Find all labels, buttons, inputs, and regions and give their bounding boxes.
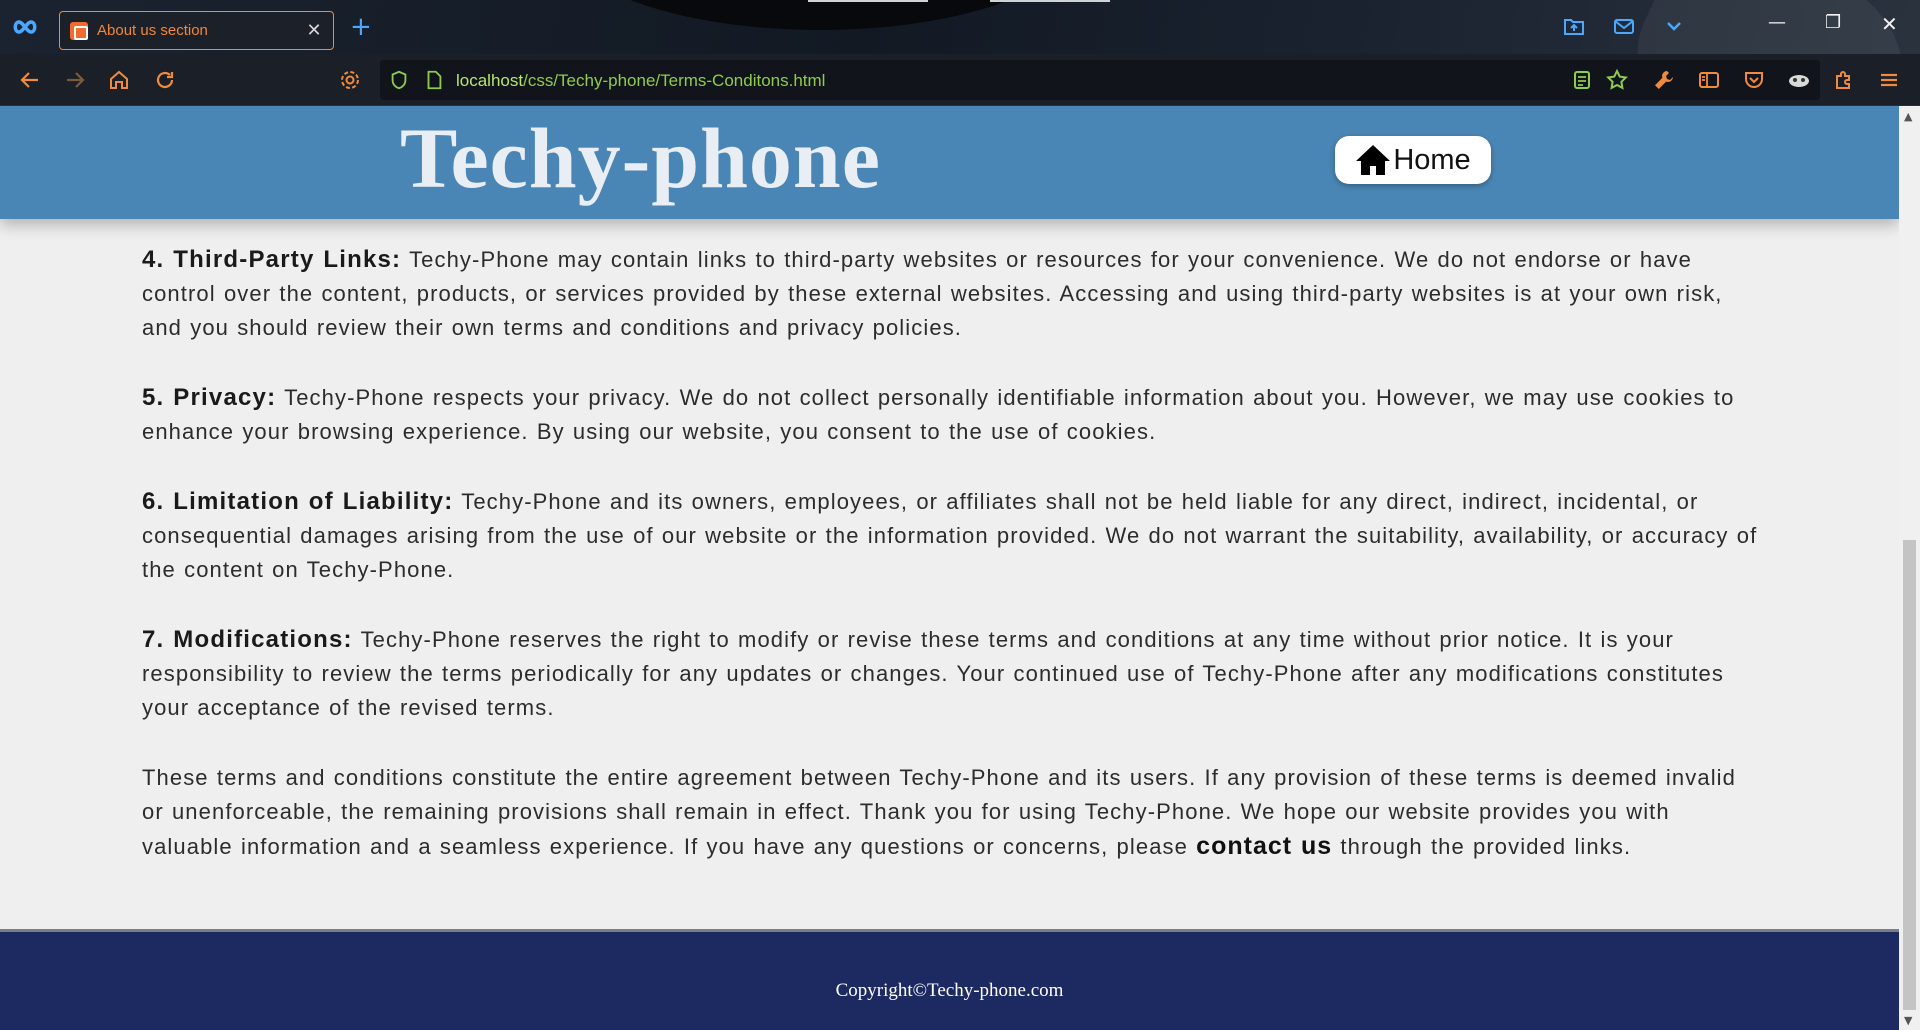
extensions-icon[interactable] bbox=[1832, 68, 1856, 92]
background-decoration bbox=[1609, 0, 1920, 54]
url-text[interactable]: localhost/css/Techy-phone/Terms-Conditon… bbox=[456, 71, 825, 91]
terms-section: 4. Third-Party Links: Techy-Phone may co… bbox=[142, 243, 1762, 345]
section-heading: 6. Limitation of Liability: bbox=[142, 488, 454, 515]
home-button-label: Home bbox=[1393, 143, 1471, 176]
terms-section: 5. Privacy: Techy-Phone respects your pr… bbox=[142, 381, 1762, 449]
background-decoration bbox=[990, 0, 1110, 2]
copyright-text: Copyright©Techy-phone.com bbox=[835, 980, 1064, 1001]
forward-arrow-icon[interactable] bbox=[63, 68, 87, 92]
closing-paragraph: These terms and conditions constitute th… bbox=[142, 761, 1762, 864]
infinity-icon[interactable] bbox=[12, 16, 38, 38]
section-heading: 5. Privacy: bbox=[142, 384, 277, 411]
house-icon bbox=[1356, 145, 1391, 175]
contact-us-link[interactable]: contact us bbox=[1196, 832, 1332, 860]
wrench-icon[interactable] bbox=[1652, 68, 1676, 92]
scrollbar-thumb[interactable] bbox=[1903, 540, 1916, 1010]
background-decoration bbox=[808, 0, 928, 2]
house-icon[interactable] bbox=[107, 68, 131, 92]
site-footer: Copyright©Techy-phone.com bbox=[0, 929, 1899, 1030]
background-decoration bbox=[560, 0, 1080, 30]
tab-title: About us section bbox=[97, 22, 208, 39]
folder-icon[interactable] bbox=[1562, 14, 1586, 38]
address-bar[interactable]: localhost/css/Techy-phone/Terms-Conditon… bbox=[380, 60, 1820, 100]
back-arrow-icon[interactable] bbox=[18, 68, 42, 92]
vertical-scrollbar[interactable]: ▲ ▼ bbox=[1899, 106, 1920, 1030]
page-icon bbox=[427, 70, 442, 90]
close-window-icon[interactable]: ✕ bbox=[1881, 12, 1898, 36]
bookmark-star-icon[interactable] bbox=[1605, 68, 1629, 92]
mail-icon[interactable] bbox=[1612, 14, 1636, 38]
browser-tab-active[interactable]: About us section ✕ bbox=[59, 11, 334, 50]
home-button[interactable]: Home bbox=[1335, 136, 1491, 184]
section-body: Techy-Phone reserves the right to modify… bbox=[142, 627, 1724, 720]
scroll-down-icon[interactable]: ▼ bbox=[1904, 1014, 1915, 1027]
shield-icon[interactable] bbox=[388, 69, 410, 91]
site-favicon-icon bbox=[70, 21, 88, 40]
terms-section: 7. Modifications: Techy-Phone reserves t… bbox=[142, 623, 1762, 725]
close-tab-icon[interactable]: ✕ bbox=[303, 20, 325, 42]
closing-text-end: through the provided links. bbox=[1332, 834, 1632, 859]
sidebar-icon[interactable] bbox=[1697, 68, 1721, 92]
new-tab-icon[interactable]: + bbox=[350, 14, 372, 40]
scroll-up-icon[interactable]: ▲ bbox=[1904, 110, 1915, 123]
web-page: Techy-phone Home 4. Third-Party Links: T… bbox=[0, 106, 1899, 1030]
minimize-icon[interactable]: — bbox=[1768, 12, 1786, 33]
gear-icon[interactable] bbox=[338, 68, 362, 92]
pocket-icon[interactable] bbox=[1742, 68, 1766, 92]
section-heading: 4. Third-Party Links: bbox=[142, 246, 402, 273]
chevron-down-icon[interactable] bbox=[1662, 14, 1686, 38]
terms-section: 6. Limitation of Liability: Techy-Phone … bbox=[142, 485, 1762, 587]
site-title: Techy-phone bbox=[400, 110, 881, 206]
tab-strip: About us section ✕ + — ❐ ✕ bbox=[0, 0, 1920, 54]
reload-icon[interactable] bbox=[153, 68, 177, 92]
section-heading: 7. Modifications: bbox=[142, 626, 353, 653]
menu-icon[interactable] bbox=[1877, 68, 1901, 92]
navigation-toolbar: localhost/css/Techy-phone/Terms-Conditon… bbox=[0, 54, 1920, 106]
account-icon[interactable] bbox=[1787, 68, 1811, 92]
site-header: Techy-phone Home bbox=[0, 106, 1899, 219]
section-body: Techy-Phone respects your privacy. We do… bbox=[142, 385, 1735, 444]
terms-content: 4. Third-Party Links: Techy-Phone may co… bbox=[142, 243, 1762, 900]
restore-icon[interactable]: ❐ bbox=[1825, 12, 1841, 33]
reader-view-icon[interactable] bbox=[1570, 68, 1594, 92]
